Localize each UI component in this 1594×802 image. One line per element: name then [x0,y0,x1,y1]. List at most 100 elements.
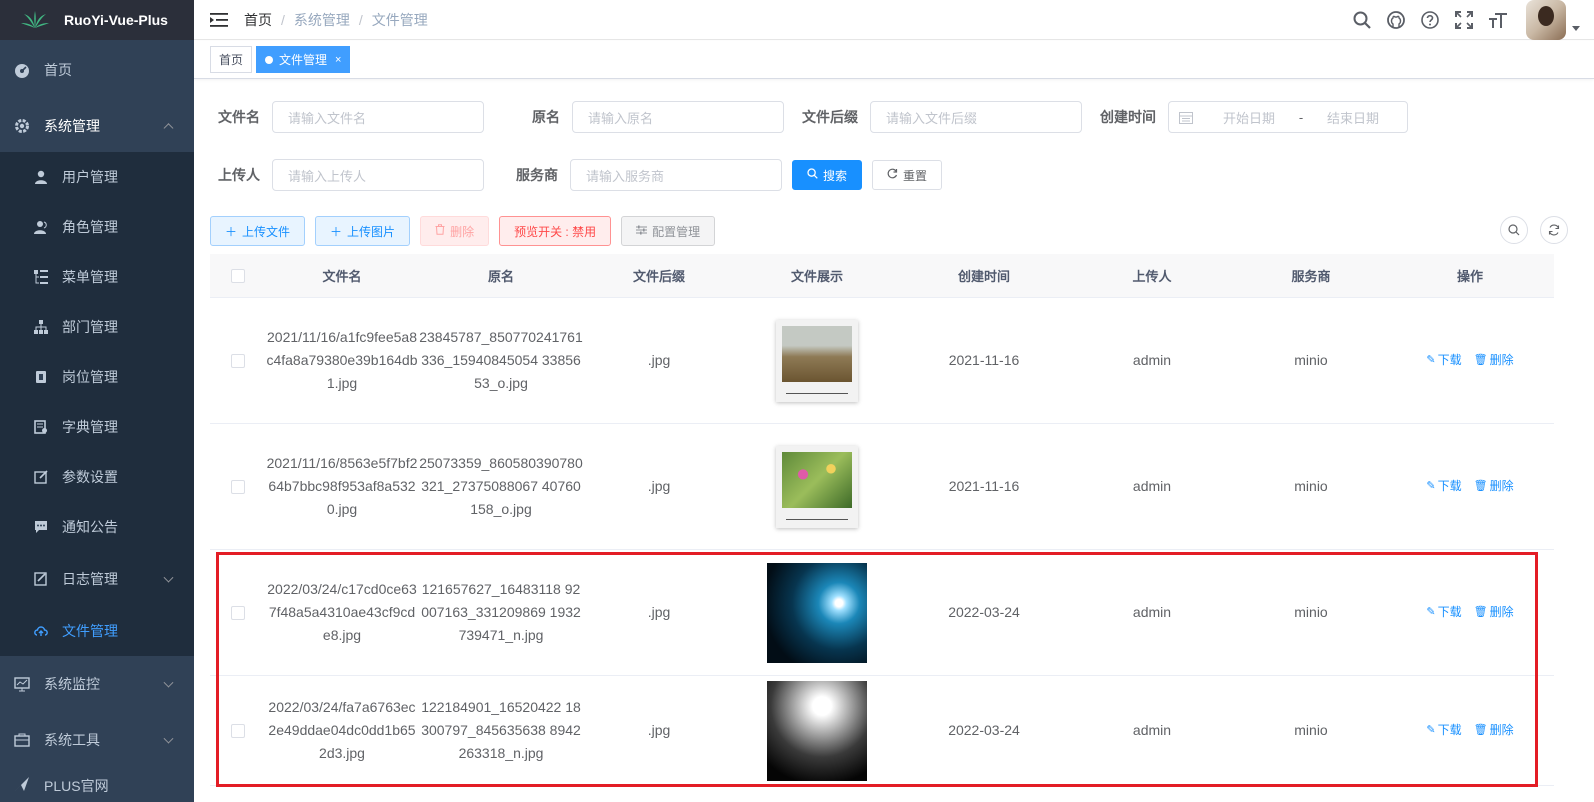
cell-uploader: admin [1132,478,1172,494]
tags-view: 首页 文件管理 × [194,41,1594,79]
original-input[interactable]: 请输入原名 [572,101,784,133]
sidebar-item-label: 系统工具 [44,732,100,748]
download-label: 下载 [1437,605,1462,619]
delete-label: 删除 [1489,479,1514,493]
image-thumbnail[interactable] [767,680,867,781]
download-label: 下载 [1437,479,1462,493]
monitor-icon [14,676,30,692]
sidebar-item-log[interactable]: 日志管理 [0,552,194,606]
row-checkbox[interactable] [231,723,245,738]
sidebar-item-label: 部门管理 [62,319,118,335]
avatar[interactable] [1526,0,1566,40]
table-header: 文件名 原名 文件后缀 文件展示 创建时间 上传人 服务商 操作 [210,254,1554,298]
sidebar-item-dept[interactable]: 部门管理 [0,302,194,352]
select-all-checkbox[interactable] [231,268,245,283]
breadcrumb-current: 文件管理 [371,11,428,28]
row-checkbox[interactable] [231,479,245,494]
download-link[interactable]: ✎ 下载 [1426,601,1461,624]
delete-link[interactable]: 🗑 删除 [1474,475,1514,498]
calendar-icon [1179,111,1193,124]
header-service: 服务商 [1291,269,1331,284]
sidebar-item-post[interactable]: 岗位管理 [0,352,194,402]
breadcrumb-system: 系统管理 [293,11,350,28]
sidebar-item-label: 岗位管理 [62,369,118,385]
toggle-search-button[interactable] [1500,216,1528,244]
download-link[interactable]: ✎ 下载 [1426,349,1461,372]
row-select-cell [210,479,266,494]
cell-filename: 2022/03/24/c17cd0ce637f48a5a4310ae43cf9c… [267,581,417,643]
sidebar-item-dict[interactable]: 字典管理 [0,402,194,452]
search-icon[interactable] [1352,10,1372,30]
search-icon [1508,224,1520,236]
select-all-cell [210,268,266,283]
cell-created: 2021-11-16 [948,352,1020,368]
cell-actions: ✎ 下载 🗑 删除 [1386,349,1554,372]
sidebar-item-notice[interactable]: 通知公告 [0,502,194,552]
sidebar-item-system[interactable]: 系统管理 [0,100,194,152]
font-size-icon[interactable] [1488,10,1508,30]
image-thumbnail[interactable] [776,445,858,528]
action-toolbar: ＋ 上传文件 ＋ 上传图片 删除 预览开关 : 禁用 配置管理 [210,216,1578,246]
delete-button[interactable]: 删除 [420,216,490,246]
end-date-input[interactable]: 结束日期 [1313,108,1393,127]
sidebar-item-tools[interactable]: 系统工具 [0,712,194,768]
tag-oss[interactable]: 文件管理 × [256,46,351,73]
sidebar-item-menu[interactable]: 菜单管理 [0,252,194,302]
search-button[interactable]: 搜索 [792,160,863,190]
start-date-input[interactable]: 开始日期 [1209,108,1289,127]
cell-service: minio [1294,352,1328,368]
sidebar-item-user[interactable]: 用户管理 [0,152,194,202]
filename-input[interactable]: 请输入文件名 [272,101,484,133]
trash-icon: 🗑 [1473,606,1488,618]
edit-icon: ✎ [1426,724,1436,736]
service-input[interactable]: 请输入服务商 [570,159,782,191]
download-link[interactable]: ✎ 下载 [1426,719,1461,742]
image-thumbnail[interactable] [767,562,867,663]
uploader-input[interactable]: 请输入上传人 [272,159,484,191]
logo[interactable]: RuoYi-Vue-Plus [0,0,194,40]
sidebar-item-oss[interactable]: 文件管理 [0,606,194,656]
breadcrumb-separator: / [281,11,285,28]
suffix-input[interactable]: 请输入文件后缀 [870,101,1082,133]
reset-button[interactable]: 重置 [872,160,943,190]
cell-preview [734,562,900,663]
peoples-icon [34,220,48,234]
filename-form-item: 文件名 请输入文件名 [210,101,484,133]
delete-link[interactable]: 🗑 删除 [1474,601,1514,624]
sidebar-item-role[interactable]: 角色管理 [0,202,194,252]
upload-image-button[interactable]: ＋ 上传图片 [315,216,411,246]
sidebar-item-monitor[interactable]: 系统监控 [0,656,194,712]
tag-home[interactable]: 首页 [210,46,253,73]
cell-filename: 2021/11/16/a1fc9fee5a8c4fa8a79380e39b164… [266,329,418,391]
image-thumbnail[interactable] [776,319,858,402]
fullscreen-icon[interactable] [1454,10,1474,30]
question-icon[interactable] [1420,10,1440,30]
sidebar-item-home[interactable]: 首页 [0,40,194,100]
sidebar: RuoYi-Vue-Plus 首页 系统管理 用户管理 角色管理 菜单管理 部门… [0,0,194,802]
upload-icon [34,624,48,638]
upload-file-button[interactable]: ＋ 上传文件 [210,216,306,246]
breadcrumb-home[interactable]: 首页 [244,10,272,30]
delete-link[interactable]: 🗑 删除 [1474,349,1514,372]
row-checkbox[interactable] [231,605,245,620]
date-range-picker[interactable]: 开始日期 - 结束日期 [1168,101,1408,133]
config-button[interactable]: 配置管理 [621,216,716,246]
system-submenu: 用户管理 角色管理 菜单管理 部门管理 岗位管理 字典管理 参数设置 通知公告 … [0,152,194,656]
cell-actions: ✎ 下载 🗑 删除 [1386,475,1554,498]
caret-down-icon[interactable] [1572,25,1580,31]
delete-link[interactable]: 🗑 删除 [1474,719,1514,742]
cell-filename: 2022/03/24/fa7a6763ec2e49ddae04dc0dd1b65… [268,699,416,761]
sidebar-item-config[interactable]: 参数设置 [0,452,194,502]
close-icon[interactable]: × [335,54,341,66]
tree-icon [34,320,48,334]
github-icon[interactable] [1386,10,1406,30]
table-row: 2022/03/24/c17cd0ce637f48a5a4310ae43cf9c… [210,550,1554,676]
table-row: 2021/11/16/8563e5f7bf264b7bbc98f953af8a5… [210,424,1554,550]
preview-switch-button[interactable]: 预览开关 : 禁用 [499,216,612,246]
hamburger-icon[interactable] [210,12,228,28]
row-checkbox[interactable] [231,353,245,368]
refresh-button[interactable] [1540,216,1568,244]
sidebar-item-plus[interactable]: PLUS官网 [0,768,194,802]
download-link[interactable]: ✎ 下载 [1426,475,1461,498]
sidebar-item-label: 首页 [44,62,72,78]
